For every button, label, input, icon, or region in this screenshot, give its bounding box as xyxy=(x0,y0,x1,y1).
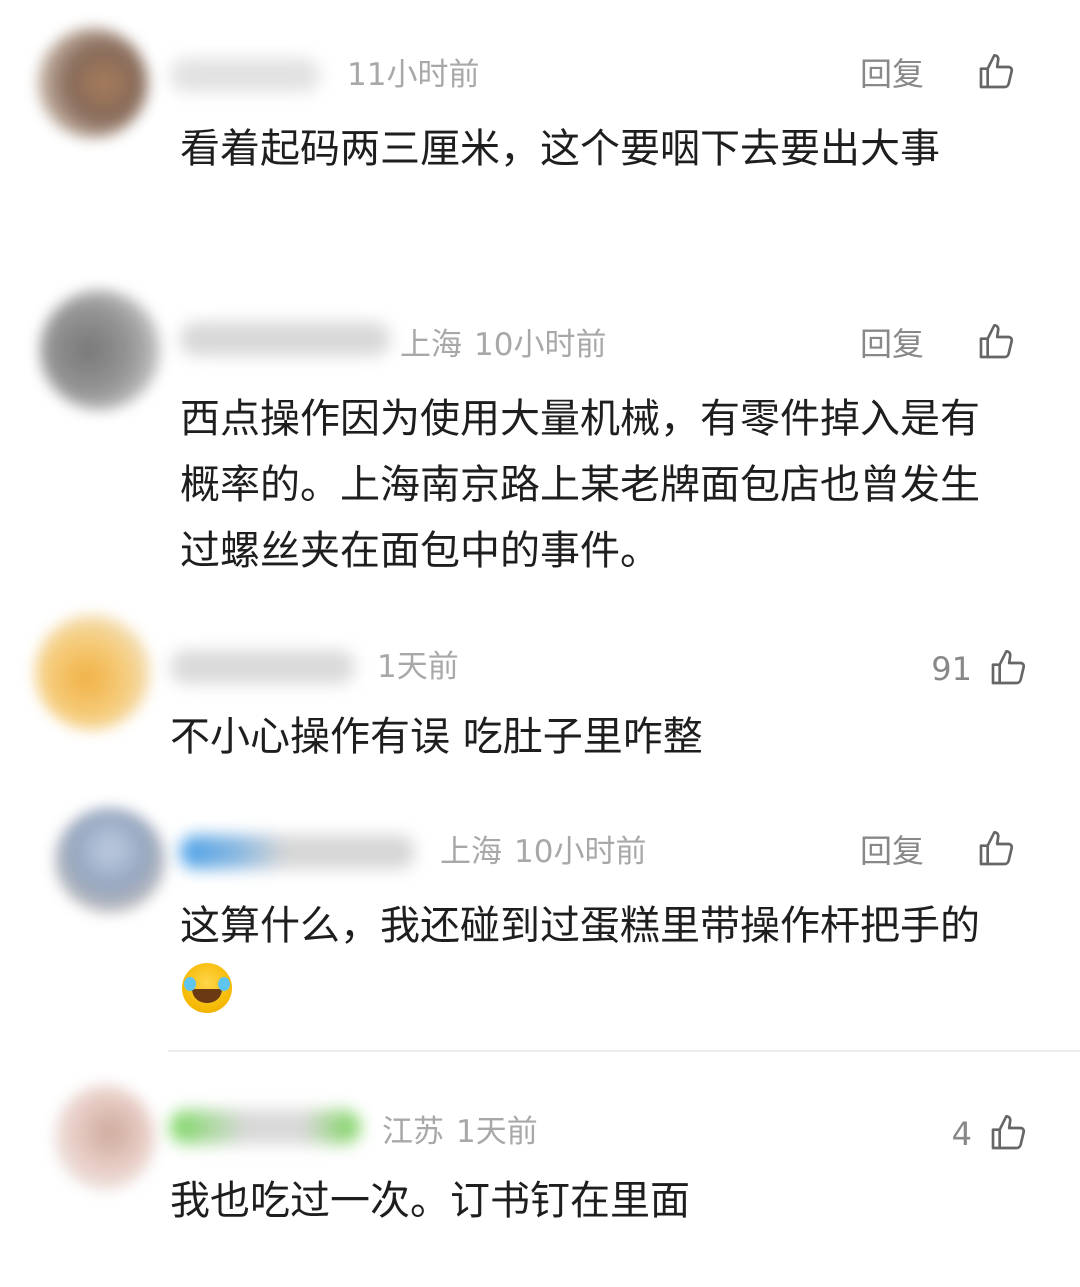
laughing-tears-emoji xyxy=(182,963,232,1013)
reply-button[interactable]: 回复 xyxy=(860,328,924,360)
username-blurred[interactable] xyxy=(170,58,320,92)
like-count: 91 xyxy=(931,650,972,688)
reply-button[interactable]: 回复 xyxy=(860,835,924,867)
avatar[interactable] xyxy=(55,1085,155,1190)
comment-text-content: 这算什么，我还碰到过蛋糕里带操作杆把手的 xyxy=(180,903,980,949)
divider xyxy=(168,1050,1080,1052)
username-blurred[interactable] xyxy=(170,650,355,684)
avatar[interactable] xyxy=(55,808,165,913)
comment-meta: 11小时前 xyxy=(335,60,491,91)
comment-meta: 江苏 1天前 xyxy=(382,1117,550,1148)
avatar[interactable] xyxy=(35,615,150,730)
comment-location: 上海 xyxy=(400,327,462,363)
username-blurred[interactable] xyxy=(180,322,390,356)
thumbs-up-icon[interactable] xyxy=(976,322,1016,362)
comment-meta: 上海 10小时前 xyxy=(400,330,618,361)
comment-time: 1天前 xyxy=(377,649,459,685)
comment-location: 上海 xyxy=(440,834,502,870)
comment-text: 这算什么，我还碰到过蛋糕里带操作杆把手的 xyxy=(180,893,1000,1025)
thumbs-up-icon[interactable] xyxy=(976,829,1016,869)
comment-time: 10小时前 xyxy=(514,834,647,870)
comment-text: 不小心操作有误 吃肚子里咋整 xyxy=(170,714,703,760)
avatar[interactable] xyxy=(38,28,148,138)
thumbs-up-icon[interactable] xyxy=(976,52,1016,92)
thumbs-up-icon[interactable] xyxy=(988,648,1028,688)
comment-time: 10小时前 xyxy=(474,327,607,363)
comment-text: 看着起码两三厘米，这个要咽下去要出大事 xyxy=(180,126,940,172)
comment-meta: 1天前 xyxy=(365,652,471,683)
comment-time: 11小时前 xyxy=(347,57,480,93)
username-blurred[interactable] xyxy=(170,1110,360,1144)
thumbs-up-icon[interactable] xyxy=(988,1113,1028,1153)
comment-meta: 上海 10小时前 xyxy=(440,837,658,868)
username-blurred[interactable] xyxy=(180,835,415,869)
reply-button[interactable]: 回复 xyxy=(860,58,924,90)
avatar[interactable] xyxy=(40,290,160,410)
comment-text: 西点操作因为使用大量机械，有零件掉入是有概率的。上海南京路上某老牌面包店也曾发生… xyxy=(180,396,980,574)
comment-time: 1天前 xyxy=(456,1114,538,1150)
comment-location: 江苏 xyxy=(382,1114,444,1150)
comment-text: 我也吃过一次。订书钉在里面 xyxy=(170,1178,690,1224)
like-count: 4 xyxy=(951,1115,972,1153)
